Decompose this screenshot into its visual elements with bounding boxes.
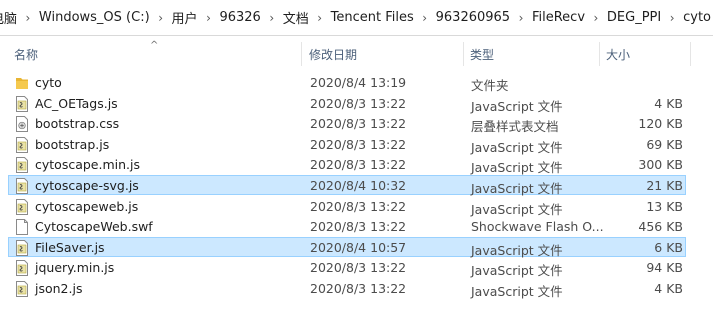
column-header-row: ^ 名称 修改日期 类型 大小 (0, 40, 713, 66)
file-row[interactable]: jquery.min.js 2020/8/3 13:22 JavaScript 文件… (8, 257, 686, 279)
breadcrumb-item-tencent-files[interactable]: Tencent Files (329, 10, 416, 25)
file-size: 300 KB (638, 157, 683, 173)
javascript-file-icon (15, 136, 29, 153)
file-type: JavaScript 文件 (471, 242, 563, 258)
column-divider[interactable] (690, 42, 691, 66)
breadcrumb[interactable]: 电脑 › Windows_OS (C:) › 用户 › 96326 › 文档 ›… (0, 0, 713, 36)
file-type: 文件夹 (471, 78, 509, 93)
file-type: JavaScript 文件 (471, 181, 563, 196)
chevron-right-icon[interactable]: › (663, 11, 681, 25)
file-modified-date: 2020/8/3 13:22 (310, 281, 407, 296)
file-name: AC_OETags.js (35, 95, 118, 111)
javascript-file-icon (15, 95, 29, 112)
chevron-right-icon[interactable]: › (512, 11, 530, 25)
file-type: Shockwave Flash O... (471, 219, 604, 235)
javascript-file-icon (15, 260, 29, 277)
file-size: 6 KB (654, 239, 683, 255)
javascript-file-icon (15, 281, 29, 297)
file-size: 4 KB (654, 281, 683, 296)
file-name: json2.js (35, 281, 83, 296)
chevron-right-icon[interactable]: › (311, 11, 329, 25)
breadcrumb-item-cyto[interactable]: cyto (681, 10, 713, 25)
file-modified-date: 2020/8/4 13:19 (310, 75, 407, 90)
file-name: FileSaver.js (35, 239, 105, 255)
file-size: 21 KB (646, 178, 683, 193)
file-size: 120 KB (638, 116, 683, 132)
file-modified-date: 2020/8/3 13:22 (310, 116, 407, 132)
javascript-file-icon (15, 239, 29, 256)
file-type: JavaScript 文件 (471, 160, 563, 176)
file-row[interactable]: bootstrap.css 2020/8/3 13:22 层叠样式表文档 120 KB (8, 113, 686, 135)
file-row[interactable]: json2.js 2020/8/3 13:22 JavaScript 文件 4 KB (8, 278, 686, 299)
file-row[interactable]: bootstrap.js 2020/8/3 13:22 JavaScript 文件 6… (8, 134, 686, 155)
breadcrumb-item-deg-ppi[interactable]: DEG_PPI (605, 10, 663, 25)
file-name: cytoscape.min.js (35, 157, 140, 173)
file-modified-date: 2020/8/3 13:22 (310, 219, 407, 235)
javascript-file-icon (15, 178, 29, 194)
file-size: 13 KB (646, 198, 683, 214)
breadcrumb-item-users[interactable]: 用户 (170, 8, 200, 27)
breadcrumb-item-this-pc[interactable]: 电脑 (0, 8, 19, 27)
breadcrumb-item-documents[interactable]: 文档 (281, 8, 311, 27)
chevron-right-icon[interactable]: › (587, 11, 605, 25)
file-type: JavaScript 文件 (471, 139, 563, 155)
file-name: cyto (35, 75, 62, 90)
file-row[interactable]: cyto 2020/8/4 13:19 文件夹 (8, 72, 686, 93)
css-file-icon (15, 116, 29, 133)
file-type: JavaScript 文件 (471, 98, 563, 114)
column-divider[interactable] (463, 42, 464, 66)
column-header-size[interactable]: 大小 (606, 46, 630, 66)
sort-ascending-icon: ^ (150, 40, 159, 51)
file-row[interactable]: cytoscape.min.js 2020/8/3 13:22 JavaScript… (8, 154, 686, 176)
file-modified-date: 2020/8/3 13:22 (310, 260, 407, 276)
file-name: CytoscapeWeb.swf (35, 219, 153, 235)
file-row[interactable]: AC_OETags.js 2020/8/3 13:22 JavaScript 文件 4… (8, 93, 686, 114)
file-name: jquery.min.js (35, 260, 115, 276)
javascript-file-icon (15, 157, 29, 174)
breadcrumb-item-user[interactable]: 96326 (217, 10, 262, 25)
column-header-type[interactable]: 类型 (470, 46, 494, 66)
file-row[interactable]: FileSaver.js 2020/8/4 10:57 JavaScript 文件 6… (8, 236, 686, 258)
file-name: cytoscape-svg.js (35, 178, 139, 193)
breadcrumb-item-filerecv[interactable]: FileRecv (530, 10, 587, 25)
file-type: JavaScript 文件 (471, 201, 563, 217)
file-name: bootstrap.css (35, 116, 120, 132)
column-header-name[interactable]: 名称 (14, 46, 38, 66)
column-divider[interactable] (301, 42, 302, 66)
file-size: 456 KB (638, 219, 683, 235)
javascript-file-icon (15, 198, 29, 215)
file-modified-date: 2020/8/4 10:32 (310, 178, 407, 193)
file-modified-date: 2020/8/3 13:22 (310, 198, 407, 214)
column-header-date[interactable]: 修改日期 (309, 46, 357, 66)
file-row[interactable]: cytoscapeweb.js 2020/8/3 13:22 JavaScript … (8, 196, 686, 217)
file-type: 层叠样式表文档 (471, 119, 559, 135)
chevron-right-icon[interactable]: › (263, 11, 281, 25)
file-type: JavaScript 文件 (471, 284, 563, 299)
column-divider[interactable] (599, 42, 600, 66)
breadcrumb-item-account[interactable]: 963260965 (434, 10, 512, 25)
file-row[interactable]: cytoscape-svg.js 2020/8/4 10:32 JavaScript… (8, 175, 686, 196)
breadcrumb-item-drive[interactable]: Windows_OS (C:) (37, 10, 152, 25)
file-name: bootstrap.js (35, 136, 110, 152)
file-modified-date: 2020/8/3 13:22 (310, 95, 407, 111)
chevron-right-icon[interactable]: › (416, 11, 434, 25)
chevron-right-icon[interactable]: › (200, 11, 218, 25)
file-modified-date: 2020/8/4 10:57 (310, 239, 407, 255)
file-name: cytoscapeweb.js (35, 198, 139, 214)
file-size: 4 KB (654, 95, 683, 111)
file-modified-date: 2020/8/3 13:22 (310, 136, 407, 152)
file-row[interactable]: CytoscapeWeb.swf 2020/8/3 13:22 Shockwave … (8, 216, 686, 236)
file-modified-date: 2020/8/3 13:22 (310, 157, 407, 173)
chevron-right-icon[interactable]: › (152, 11, 170, 25)
chevron-right-icon[interactable]: › (19, 11, 37, 25)
folder-icon (15, 75, 29, 91)
file-size: 94 KB (646, 260, 683, 276)
blank-file-icon (15, 219, 29, 236)
file-size: 69 KB (646, 136, 683, 152)
file-type: JavaScript 文件 (471, 263, 563, 279)
